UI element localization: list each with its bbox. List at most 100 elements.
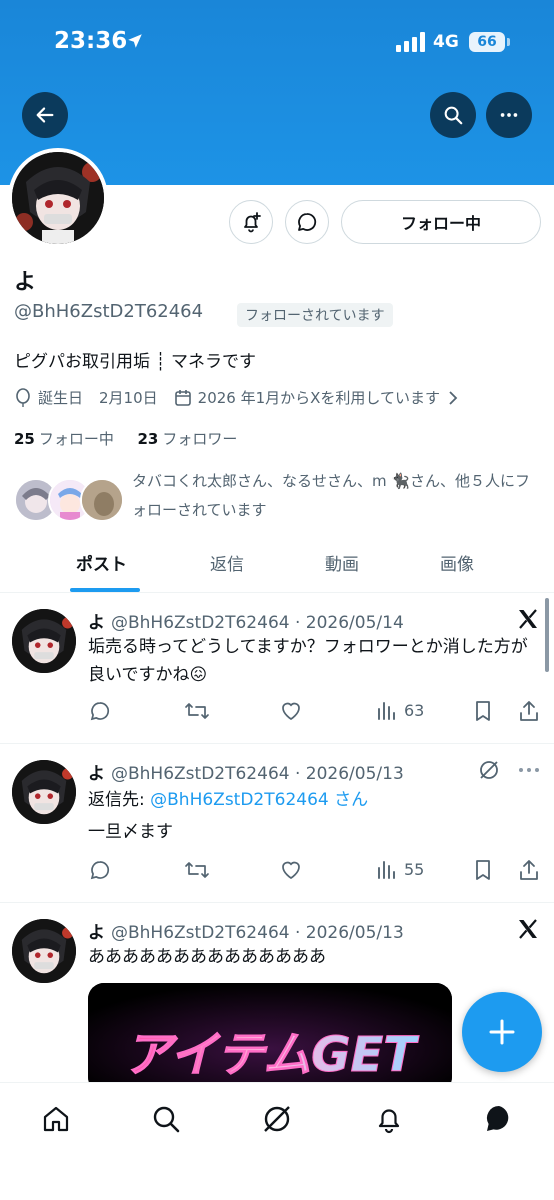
reply-button[interactable]: [88, 858, 112, 882]
reply-icon: [90, 861, 110, 880]
share-button[interactable]: [518, 858, 540, 882]
user-handle: @BhH6ZstD2T62464: [14, 301, 204, 322]
heart-icon: [282, 702, 300, 721]
followers-count: 23: [137, 430, 159, 448]
bookmark-icon: [476, 860, 490, 880]
post-avatar[interactable]: [12, 760, 76, 824]
post-avatar[interactable]: [12, 609, 76, 673]
post-meta: @BhH6ZstD2T62464 · 2026/05/13: [111, 764, 404, 784]
post-text: 垢売る時ってどうしてますか？フォロワーとか消した方が良いですかね😖: [88, 637, 528, 685]
bookmark-button[interactable]: [472, 699, 494, 723]
calendar-icon: [174, 389, 192, 407]
reply-prefix: 返信先:: [88, 790, 151, 810]
post-author[interactable]: よ: [88, 923, 105, 943]
messages-icon[interactable]: [481, 1101, 517, 1137]
post-item[interactable]: よ @BhH6ZstD2T62464 · 2026/05/13 返信先: @BhH…: [0, 744, 554, 903]
follow-counts: 25 フォロー中 23 フォロワー: [14, 428, 237, 449]
repost-button[interactable]: [184, 858, 210, 882]
profile-meta: 誕生日 2月10日 2026 年1月からXを利用しています: [14, 387, 464, 408]
post-header: よ @BhH6ZstD2T62464 · 2026/05/13: [88, 759, 404, 784]
followers-link[interactable]: 23 フォロワー: [137, 430, 237, 448]
arrow-left-icon: [36, 107, 54, 123]
back-button[interactable]: [22, 92, 68, 138]
signal-icon: [396, 32, 426, 56]
birthday-label: 誕生日: [38, 389, 84, 407]
followed-by-text[interactable]: タバコくれ太郎さん、なるせさん、m 🐈‍⬛さん、他５人にフォローされています: [132, 467, 544, 525]
battery-tip: [507, 38, 510, 46]
x-logo-icon: [516, 607, 540, 635]
heart-icon: [282, 861, 300, 880]
post-item[interactable]: よ @BhH6ZstD2T62464 · 2026/05/14 垢売る時ってどうし…: [0, 593, 554, 744]
like-button[interactable]: [279, 858, 303, 882]
post-media-image[interactable]: アイテムGET: [88, 983, 452, 1093]
post-header: よ @BhH6ZstD2T62464 · 2026/05/14: [88, 608, 404, 633]
following-link[interactable]: 25 フォロー中: [14, 430, 114, 448]
reply-to-handle[interactable]: @BhH6ZstD2T62464 さん: [150, 790, 368, 810]
followers-label: フォロワー: [162, 430, 238, 448]
location-arrow-icon: [126, 32, 144, 54]
status-time: 23:36: [54, 28, 128, 54]
chevron-right-icon[interactable]: [448, 390, 458, 406]
post-author[interactable]: よ: [88, 613, 105, 633]
avatar: [80, 478, 124, 522]
x-logo-icon: [516, 917, 540, 945]
share-button[interactable]: [518, 699, 540, 723]
post-author[interactable]: よ: [88, 764, 105, 784]
tab-replies[interactable]: 返信: [210, 550, 244, 575]
share-icon: [520, 860, 538, 880]
search-icon[interactable]: [148, 1101, 184, 1137]
following-count: 25: [14, 430, 35, 448]
grok-icon[interactable]: [478, 759, 500, 785]
post-avatar[interactable]: [12, 919, 76, 983]
more-button[interactable]: [486, 92, 532, 138]
post-meta: @BhH6ZstD2T62464 · 2026/05/14: [111, 613, 404, 633]
active-tab-indicator: [70, 588, 140, 592]
profile-tabs: ポスト 返信 動画 画像: [0, 540, 554, 593]
plus-icon: [489, 1019, 515, 1045]
reply-icon: [90, 702, 110, 721]
bookmark-button[interactable]: [472, 858, 494, 882]
display-name: よ: [14, 270, 37, 295]
like-button[interactable]: [279, 699, 303, 723]
home-icon[interactable]: [38, 1101, 74, 1137]
post-header: よ @BhH6ZstD2T62464 · 2026/05/13: [88, 918, 404, 943]
post-text: 一旦〆ます: [88, 822, 173, 842]
birthday-value: 2月10日: [99, 389, 158, 407]
status-bar: 23:36 4G 66: [0, 22, 554, 62]
post-text: ああああああああああああああ: [88, 947, 326, 967]
joined-date: 2026 年1月からXを利用しています: [197, 389, 440, 407]
more-dots-icon[interactable]: [518, 762, 540, 782]
compose-button[interactable]: [462, 992, 542, 1072]
battery-indicator: 66: [469, 32, 505, 52]
tab-images[interactable]: 画像: [440, 550, 474, 575]
bottom-navigation: [0, 1082, 554, 1200]
repost-button[interactable]: [184, 699, 210, 723]
reply-button[interactable]: [88, 699, 112, 723]
balloon-icon: [14, 387, 32, 408]
post-actions: 55: [88, 858, 542, 886]
view-count: 55: [404, 859, 425, 879]
follows-you-badge: フォローされています: [237, 303, 393, 327]
profile-avatar[interactable]: [8, 148, 108, 248]
tab-videos[interactable]: 動画: [325, 550, 359, 575]
tab-posts[interactable]: ポスト: [76, 550, 127, 575]
mutual-followers-avatars[interactable]: [14, 476, 126, 524]
media-caption: アイテムGET: [124, 1027, 419, 1083]
profile-bio: ピグパお取引用垢 ┊ マネラです: [14, 352, 257, 372]
network-type: 4G: [433, 32, 459, 52]
chat-bubble-icon: [298, 213, 317, 231]
following-label: フォロー中: [38, 430, 114, 448]
search-button[interactable]: [430, 92, 476, 138]
bell-icon[interactable]: [371, 1101, 407, 1137]
post-actions: 63: [88, 699, 542, 727]
following-button[interactable]: フォロー中: [341, 200, 541, 244]
grok-icon[interactable]: [259, 1101, 295, 1137]
views-button[interactable]: 55: [376, 858, 424, 880]
repost-icon: [185, 703, 209, 719]
notify-button[interactable]: [229, 200, 273, 244]
message-button[interactable]: [285, 200, 329, 244]
repost-icon: [185, 862, 209, 878]
bookmark-icon: [476, 701, 490, 721]
view-count: 63: [404, 700, 425, 720]
views-button[interactable]: 63: [376, 699, 424, 721]
